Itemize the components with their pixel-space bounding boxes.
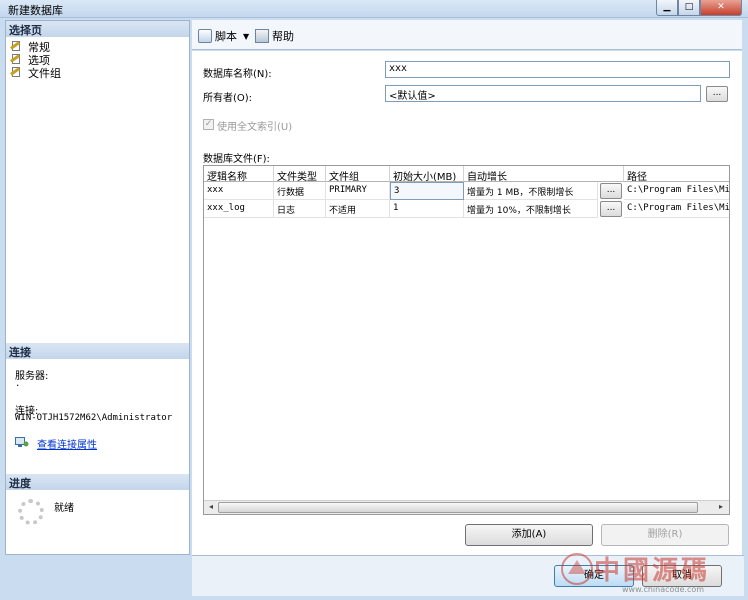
watermark-text: 中國源碼: [594, 556, 711, 586]
autogrowth-browse-button[interactable]: ...: [600, 183, 622, 199]
help-icon: [255, 29, 269, 43]
autogrowth-browse-button[interactable]: ...: [600, 201, 622, 217]
connection-header: 连接: [6, 343, 189, 359]
view-connection-properties-link[interactable]: 查看连接属性: [37, 436, 97, 451]
owner-input[interactable]: <默认值>: [385, 85, 701, 102]
cell-autogrowth[interactable]: 增量为 10%，不限制增长: [464, 200, 598, 218]
cell-initial-size[interactable]: 1: [390, 200, 464, 218]
owner-label: 所有者(O):: [203, 93, 253, 104]
script-button[interactable]: 脚本 ▼: [198, 28, 249, 44]
progress-header: 进度: [6, 474, 189, 490]
column-header[interactable]: 路径: [624, 166, 729, 182]
server-value: .: [15, 379, 21, 389]
maximize-button[interactable]: □: [678, 0, 700, 16]
scroll-left-icon[interactable]: ◂: [205, 502, 217, 513]
page-settings-icon: [10, 41, 24, 52]
cell-initial-size[interactable]: 3: [390, 182, 464, 200]
page-settings-icon: [10, 54, 24, 65]
scrollbar-thumb[interactable]: [218, 502, 698, 513]
chevron-down-icon[interactable]: ▼: [243, 32, 249, 41]
script-label: 脚本: [215, 30, 237, 43]
close-button[interactable]: ✕: [700, 0, 742, 16]
cell-autogrowth[interactable]: 增量为 1 MB，不限制增长: [464, 182, 598, 200]
cell-file-type[interactable]: 日志: [274, 200, 326, 218]
column-header[interactable]: 自动增长: [464, 166, 624, 182]
cell-file-type[interactable]: 行数据: [274, 182, 326, 200]
minimize-button[interactable]: ▁: [656, 0, 678, 16]
page-settings-icon: [10, 67, 24, 78]
cell-logical-name[interactable]: xxx: [204, 182, 274, 200]
progress-spinner-icon: [18, 499, 44, 525]
page-item-filegroups[interactable]: 文件组: [10, 66, 61, 80]
page-item-label: 文件组: [28, 66, 61, 80]
connection-value: WIN-OTJH1572M62\Administrator: [15, 413, 173, 423]
scroll-right-icon[interactable]: ▸: [715, 502, 727, 513]
cell-filegroup[interactable]: PRIMARY: [326, 182, 390, 200]
cell-path[interactable]: C:\Program Files\Micr: [624, 200, 729, 218]
db-files-label: 数据库文件(F):: [203, 154, 270, 165]
db-files-grid[interactable]: 逻辑名称 文件类型 文件组 初始大小(MB) 自动增长 路径 xxx 行数据 P…: [203, 165, 730, 515]
title-bar: 新建数据库 ▁ □ ✕: [0, 0, 748, 18]
fulltext-checkbox[interactable]: ✓: [203, 119, 214, 130]
column-header[interactable]: 文件类型: [274, 166, 326, 182]
db-name-input[interactable]: xxx: [385, 61, 730, 78]
fulltext-label: 使用全文索引(U): [217, 122, 293, 133]
script-icon: [198, 29, 212, 43]
remove-button[interactable]: 删除(R): [601, 524, 729, 546]
left-pane: 选择页 常规 选项 文件组 连接 服务器: . 连接: WIN-OTJH1572…: [5, 20, 190, 555]
db-name-label: 数据库名称(N):: [203, 69, 272, 80]
watermark-url: www.chinacode.com: [622, 585, 705, 594]
cell-logical-name[interactable]: xxx_log: [204, 200, 274, 218]
column-header[interactable]: 初始大小(MB): [390, 166, 464, 182]
progress-status: 就绪: [54, 503, 74, 514]
toolbar: 脚本 ▼ 帮助: [192, 20, 742, 50]
cell-filegroup[interactable]: 不适用: [326, 200, 390, 218]
connection-properties-icon: [15, 437, 29, 447]
owner-browse-button[interactable]: ...: [706, 86, 728, 102]
column-header[interactable]: 文件组: [326, 166, 390, 182]
add-button[interactable]: 添加(A): [465, 524, 593, 546]
window-title: 新建数据库: [8, 4, 63, 17]
watermark-logo-icon: [561, 553, 593, 585]
horizontal-scrollbar[interactable]: ◂ ▸: [204, 500, 729, 514]
select-page-header: 选择页: [6, 21, 189, 37]
watermark: 中國源碼 www.chinacode.com: [560, 548, 746, 598]
column-header[interactable]: 逻辑名称: [204, 166, 274, 182]
cell-path[interactable]: C:\Program Files\Micr: [624, 182, 729, 200]
help-label: 帮助: [272, 30, 294, 43]
help-button[interactable]: 帮助: [255, 28, 294, 44]
